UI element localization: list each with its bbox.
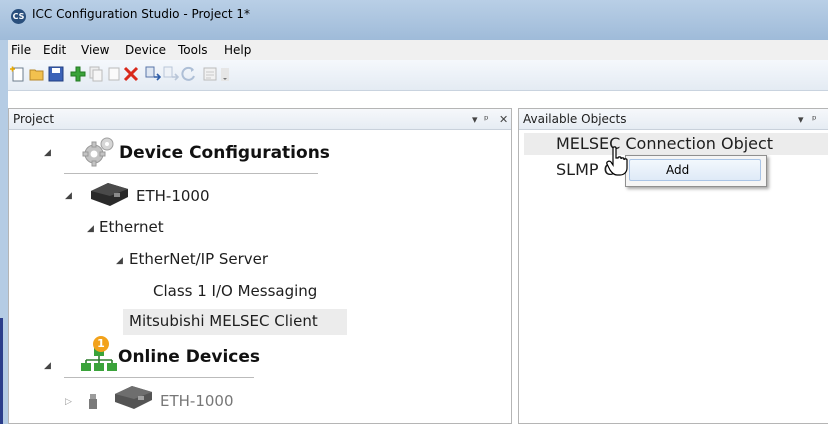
- pin-icon[interactable]: ᵖ: [484, 110, 489, 130]
- download-icon[interactable]: [145, 66, 161, 82]
- available-objects-title: Available Objects: [523, 112, 627, 126]
- tree-eth-1000[interactable]: ETH-1000: [136, 187, 210, 205]
- pin-icon[interactable]: ᵖ: [812, 110, 817, 130]
- properties-icon[interactable]: [202, 66, 218, 82]
- usb-icon: [89, 394, 97, 409]
- device-icon: [115, 386, 152, 409]
- divider: [64, 173, 318, 174]
- context-menu: Add: [625, 155, 767, 187]
- add-icon[interactable]: [70, 66, 86, 82]
- blank-icon[interactable]: [106, 66, 122, 82]
- menu-device[interactable]: Device: [125, 43, 166, 57]
- toolbar: [8, 60, 828, 91]
- tree-ethernet[interactable]: Ethernet: [99, 218, 164, 236]
- tree-online-eth-1000[interactable]: ETH-1000: [160, 392, 234, 410]
- window-frame-accent: [0, 318, 3, 424]
- menu-help[interactable]: Help: [224, 43, 251, 57]
- menu-file[interactable]: File: [11, 43, 31, 57]
- hand-cursor-icon: [606, 146, 628, 176]
- expand-arrow-icon[interactable]: ◢: [44, 361, 51, 371]
- menu-bar: File Edit View Device Tools Help: [8, 40, 828, 60]
- available-objects-header: Available Objects ▾ ᵖ: [519, 109, 828, 130]
- tree-mitsubishi-melsec-client[interactable]: Mitsubishi MELSEC Client: [129, 312, 318, 330]
- collapse-arrow-icon[interactable]: ▷: [65, 397, 72, 407]
- window-title: ICC Configuration Studio - Project 1*: [32, 7, 250, 21]
- save-icon[interactable]: [48, 66, 64, 82]
- menu-view[interactable]: View: [81, 43, 109, 57]
- project-pane-title: Project: [13, 112, 55, 126]
- menu-edit[interactable]: Edit: [43, 43, 66, 57]
- tree-online-devices[interactable]: Online Devices: [118, 347, 260, 367]
- expand-arrow-icon[interactable]: ◢: [44, 148, 51, 158]
- refresh-icon[interactable]: [181, 66, 197, 82]
- title-bar: CS ICC Configuration Studio - Project 1*: [0, 0, 828, 40]
- gear-icon: [82, 137, 114, 167]
- object-melsec-connection[interactable]: MELSEC Connection Object: [556, 134, 773, 153]
- tree-device-configurations[interactable]: Device Configurations: [119, 143, 330, 163]
- notification-badge: 1: [93, 336, 109, 352]
- tree-ethernet-ip-server[interactable]: EtherNet/IP Server: [129, 250, 268, 268]
- context-menu-add-label: Add: [666, 163, 690, 177]
- new-file-icon[interactable]: [10, 66, 26, 82]
- project-pane-header: Project ▾ ᵖ ✕: [9, 109, 511, 130]
- menu-tools[interactable]: Tools: [178, 43, 208, 57]
- app-icon: CS: [11, 9, 26, 24]
- pane-dropdown-icon[interactable]: ▾: [798, 110, 804, 130]
- pane-dropdown-icon[interactable]: ▾: [472, 110, 478, 130]
- expand-arrow-icon[interactable]: ◢: [116, 256, 123, 266]
- close-pane-icon[interactable]: ✕: [499, 110, 508, 130]
- expand-arrow-icon[interactable]: ◢: [65, 191, 72, 201]
- open-folder-icon[interactable]: [29, 66, 45, 82]
- upload-icon[interactable]: [163, 66, 179, 82]
- overflow-icon[interactable]: [220, 66, 230, 82]
- tree-class1-io-messaging[interactable]: Class 1 I/O Messaging: [153, 282, 317, 300]
- divider: [64, 377, 254, 378]
- expand-arrow-icon[interactable]: ◢: [87, 224, 94, 234]
- device-icon: [91, 183, 128, 206]
- copy-icon[interactable]: [88, 66, 104, 82]
- context-menu-add[interactable]: Add: [629, 159, 761, 181]
- delete-icon[interactable]: [123, 66, 139, 82]
